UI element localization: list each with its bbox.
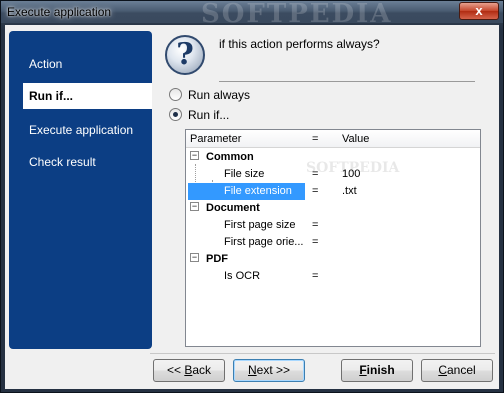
sidebar-item-check-result[interactable]: Check result <box>9 149 152 175</box>
collapse-icon[interactable]: − <box>190 253 199 262</box>
row-param: File extension <box>224 185 292 197</box>
title-bar[interactable]: Execute application SOFTPEDIA x <box>1 0 503 29</box>
radio-run-always-label: Run always <box>188 88 251 102</box>
application-window: Execute application SOFTPEDIA x Action R… <box>0 0 504 393</box>
cancel-button[interactable]: Cancel <box>421 359 493 382</box>
cancel-rest: ancel <box>446 363 476 377</box>
row-param: First page size <box>224 219 296 231</box>
tree-row-selected[interactable]: File extension = .txt <box>186 183 480 200</box>
sidebar-item-run-if[interactable]: Run if... <box>23 83 152 109</box>
radio-run-if-label: Run if... <box>188 108 230 122</box>
sidebar-item-execute-application[interactable]: Execute application <box>9 117 152 143</box>
row-eq: = <box>312 185 319 197</box>
tree-group-document[interactable]: − Document <box>186 200 480 217</box>
header-parameter[interactable]: Parameter <box>190 133 241 145</box>
group-label: Document <box>206 202 260 214</box>
finish-accel: F <box>359 363 367 377</box>
header-separator <box>219 81 475 82</box>
next-button[interactable]: Next >> <box>233 359 305 382</box>
cancel-accel: C <box>438 363 447 377</box>
collapse-icon[interactable]: − <box>190 151 199 160</box>
condition-tree[interactable]: Parameter = Value − Common File size = 1… <box>185 129 481 347</box>
radio-run-if[interactable]: Run if... <box>169 108 229 124</box>
finish-rest: inish <box>366 363 395 377</box>
row-param: Is OCR <box>224 270 261 282</box>
question-text: if this action performs always? <box>219 37 380 51</box>
finish-button[interactable]: Finish <box>341 359 413 382</box>
tree-row[interactable]: Is OCR = <box>186 268 480 285</box>
close-icon: x <box>475 3 483 18</box>
next-accel: N <box>247 363 257 377</box>
question-icon: ? <box>165 35 205 75</box>
row-param: First page orie... <box>224 236 304 248</box>
row-eq: = <box>312 270 319 282</box>
wizard-steps-sidebar: Action Run if... Execute application Che… <box>9 31 152 349</box>
close-button[interactable]: x <box>459 2 499 20</box>
row-eq: = <box>312 236 319 248</box>
collapse-icon[interactable]: − <box>190 202 199 211</box>
back-button[interactable]: << Back <box>153 359 225 382</box>
next-rest: ext >> <box>256 363 291 377</box>
tree-group-pdf[interactable]: − PDF <box>186 251 480 268</box>
group-label: Common <box>206 151 254 163</box>
radio-checked-icon[interactable] <box>169 108 182 121</box>
group-label: PDF <box>206 253 228 265</box>
footer-separator <box>150 353 495 354</box>
tree-row[interactable]: First page orie... = <box>186 234 480 251</box>
wizard-client-area: Action Run if... Execute application Che… <box>5 25 499 389</box>
window-title: Execute application <box>7 5 112 19</box>
row-eq: = <box>312 219 319 231</box>
header-eq[interactable]: = <box>312 133 318 145</box>
radio-unchecked-icon[interactable] <box>169 88 182 101</box>
radio-run-always[interactable]: Run always <box>169 88 250 104</box>
tree-watermark: SOFTPEDIA <box>306 160 400 176</box>
back-prefix: << <box>166 363 185 377</box>
sidebar-item-action[interactable]: Action <box>9 51 152 77</box>
row-value: .txt <box>342 185 357 197</box>
back-rest: ack <box>192 363 212 377</box>
tree-row[interactable]: First page size = <box>186 217 480 234</box>
header-value[interactable]: Value <box>342 133 369 145</box>
tree-header: Parameter = Value <box>186 130 480 148</box>
row-param: File size <box>224 168 265 180</box>
